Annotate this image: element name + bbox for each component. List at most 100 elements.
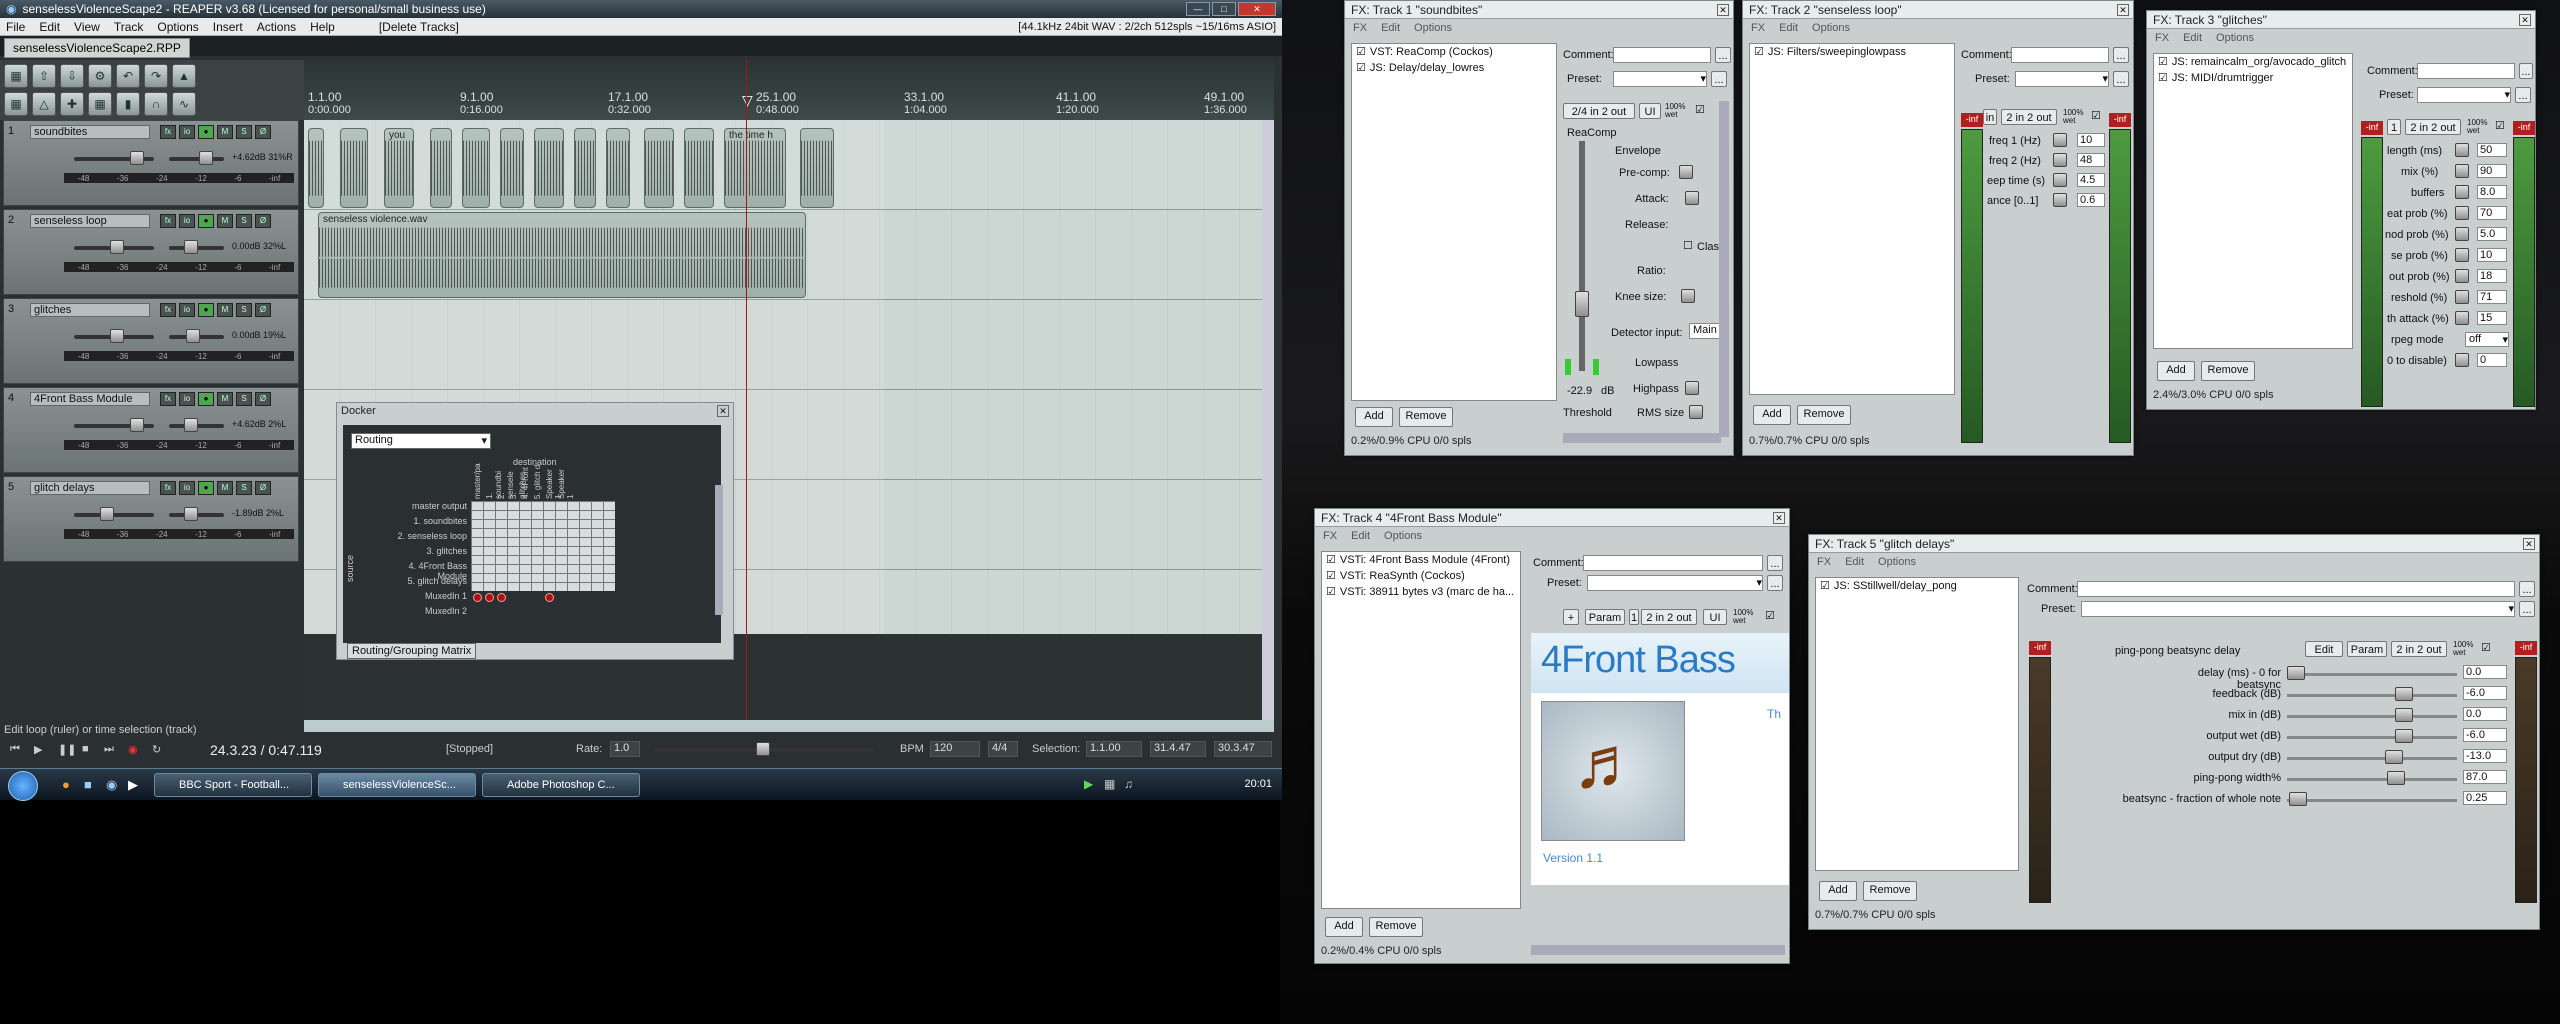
param-slider[interactable] [2053,133,2067,147]
fx-chain-list[interactable]: JS: remaincalm_org/avocado_glitch JS: MI… [2153,53,2353,349]
param-slider[interactable] [2289,792,2307,806]
new-project-icon[interactable]: ▦ [4,64,28,88]
timeline-ruler[interactable]: 1.1.00 0:00.000 9.1.00 0:16.000 17.1.00 … [304,60,1274,120]
preset-select[interactable]: ▾ [2081,601,2515,617]
param-slider[interactable] [2455,206,2469,220]
param-slider-track[interactable] [2287,736,2457,739]
fx-chain-item[interactable]: VST: ReaComp (Cockos) [1352,44,1556,60]
fx-button[interactable]: fx [160,214,176,228]
track-4[interactable]: 4 4Front Bass Module fx io ● M S Ø +4.62dB 2%… [3,387,299,473]
param-value[interactable]: 70 [2477,206,2507,220]
grid-icon[interactable]: ▦ [4,92,28,116]
menu-edit[interactable]: Edit [39,20,60,34]
precomp-knob[interactable] [1679,165,1693,179]
solo-button[interactable]: S [236,125,252,139]
fx-menu-edit[interactable]: Edit [2183,32,2202,44]
fx-menu-edit[interactable]: Edit [1381,22,1400,34]
start-button-icon[interactable] [8,771,38,801]
fx-chain-list[interactable]: JS: SStillwell/delay_pong [1815,577,2019,871]
menu-help[interactable]: Help [310,20,335,34]
param-value[interactable]: 87.0 [2463,770,2507,784]
menu-delete-tracks[interactable]: [Delete Tracks] [379,20,459,34]
param-slider-track[interactable] [2287,757,2457,760]
pan-knob[interactable] [184,418,198,432]
media-item[interactable] [800,128,834,208]
repeat-icon[interactable]: ↻ [152,743,161,756]
io-button[interactable]: io [179,125,195,139]
param-slider[interactable] [2287,666,2305,680]
add-fx-button[interactable]: Add [1819,881,1857,901]
mute-button[interactable]: M [217,303,233,317]
pan-knob[interactable] [184,240,198,254]
more-button[interactable]: ... [1767,555,1783,571]
undo-icon[interactable]: ↶ [116,64,140,88]
edit-button[interactable]: Edit [2305,641,2343,657]
io-button[interactable]: in [1983,109,1997,125]
close-button[interactable]: ✕ [1238,2,1276,16]
param-value[interactable]: 18 [2477,269,2507,283]
volume-icon[interactable]: ♫ [1124,777,1133,791]
highpass-knob[interactable] [1685,381,1699,395]
mute-button[interactable]: M [217,392,233,406]
param-slider[interactable] [2385,750,2403,764]
ie-icon[interactable]: ◉ [106,777,117,793]
param-slider[interactable] [2455,143,2469,157]
fx-chain-item[interactable]: JS: remaincalm_org/avocado_glitch [2154,54,2352,70]
fx-chain-item[interactable]: VSTi: ReaSynth (Cockos) [1322,568,1520,584]
routing-select[interactable]: Routing ▾ [351,433,491,449]
more-button[interactable]: ... [2515,87,2531,103]
record-icon[interactable]: ◉ [128,743,138,756]
wet-checkbox-icon[interactable]: ☑ [1765,609,1775,622]
fx-menu-fx[interactable]: FX [1751,22,1765,34]
param-slider-track[interactable] [2287,799,2457,802]
close-icon[interactable]: ✕ [1717,4,1729,16]
rms-knob[interactable] [1689,405,1703,419]
threshold-fader[interactable] [1579,141,1585,371]
comment-field[interactable] [1613,47,1711,63]
solo-button[interactable]: S [236,303,252,317]
task-bbc-sport[interactable]: BBC Sport - Football... [154,773,312,797]
menu-insert[interactable]: Insert [213,20,243,34]
remove-fx-button[interactable]: Remove [1863,881,1917,901]
param-slider-track[interactable] [2287,673,2457,676]
metronome-icon[interactable]: ▲ [172,64,196,88]
io-button[interactable]: 2/4 in 2 out [1563,103,1635,119]
track-1[interactable]: 1 soundbites fx io ● M S Ø +4.62dB 31%R -48 -3… [3,120,299,206]
routing-dot[interactable] [497,593,506,602]
ripple-icon[interactable]: △ [32,92,56,116]
fx-chain-list[interactable]: VST: ReaComp (Cockos) JS: Delay/delay_lo… [1351,43,1557,401]
track-name[interactable]: senseless loop [30,214,150,228]
fx-chain-item[interactable]: VSTi: 4Front Bass Module (4Front) [1322,552,1520,568]
attack-knob[interactable] [1685,191,1699,205]
time-signature[interactable]: 4/4 [988,741,1018,757]
fx-menu-fx[interactable]: FX [1817,556,1831,568]
param-slider[interactable] [2455,311,2469,325]
param-value[interactable]: -6.0 [2463,728,2507,742]
add-fx-button[interactable]: Add [1355,407,1393,427]
param-slider[interactable] [2053,193,2067,207]
save-project-icon[interactable]: ⇩ [60,64,84,88]
horizontal-scrollbar[interactable] [304,720,1274,732]
fx-chain-item[interactable]: JS: Filters/sweepinglowpass [1750,44,1954,60]
fx-menu-options[interactable]: Options [1414,22,1452,34]
fx-menu-options[interactable]: Options [1384,530,1422,542]
solo-button[interactable]: S [236,481,252,495]
media-item[interactable] [430,128,452,208]
param-value[interactable]: 0 [2477,353,2507,367]
comment-field[interactable] [2417,63,2515,79]
more-button[interactable]: ... [2519,63,2533,79]
io-button[interactable]: 1 [2387,119,2401,135]
comment-field[interactable] [2077,581,2515,597]
folder-icon[interactable]: ■ [84,777,92,792]
param-value[interactable]: 0.0 [2463,665,2507,679]
media-item[interactable] [574,128,596,208]
io-button[interactable]: io [179,392,195,406]
param-value[interactable]: 0.25 [2463,791,2507,805]
mute-button[interactable]: M [217,481,233,495]
fx-menu-edit[interactable]: Edit [1779,22,1798,34]
media-item[interactable]: you [384,128,414,208]
param-slider-track[interactable] [2287,778,2457,781]
param-slider-track[interactable] [2287,715,2457,718]
fx-menu-fx[interactable]: FX [1353,22,1367,34]
add-fx-button[interactable]: Add [2157,361,2195,381]
